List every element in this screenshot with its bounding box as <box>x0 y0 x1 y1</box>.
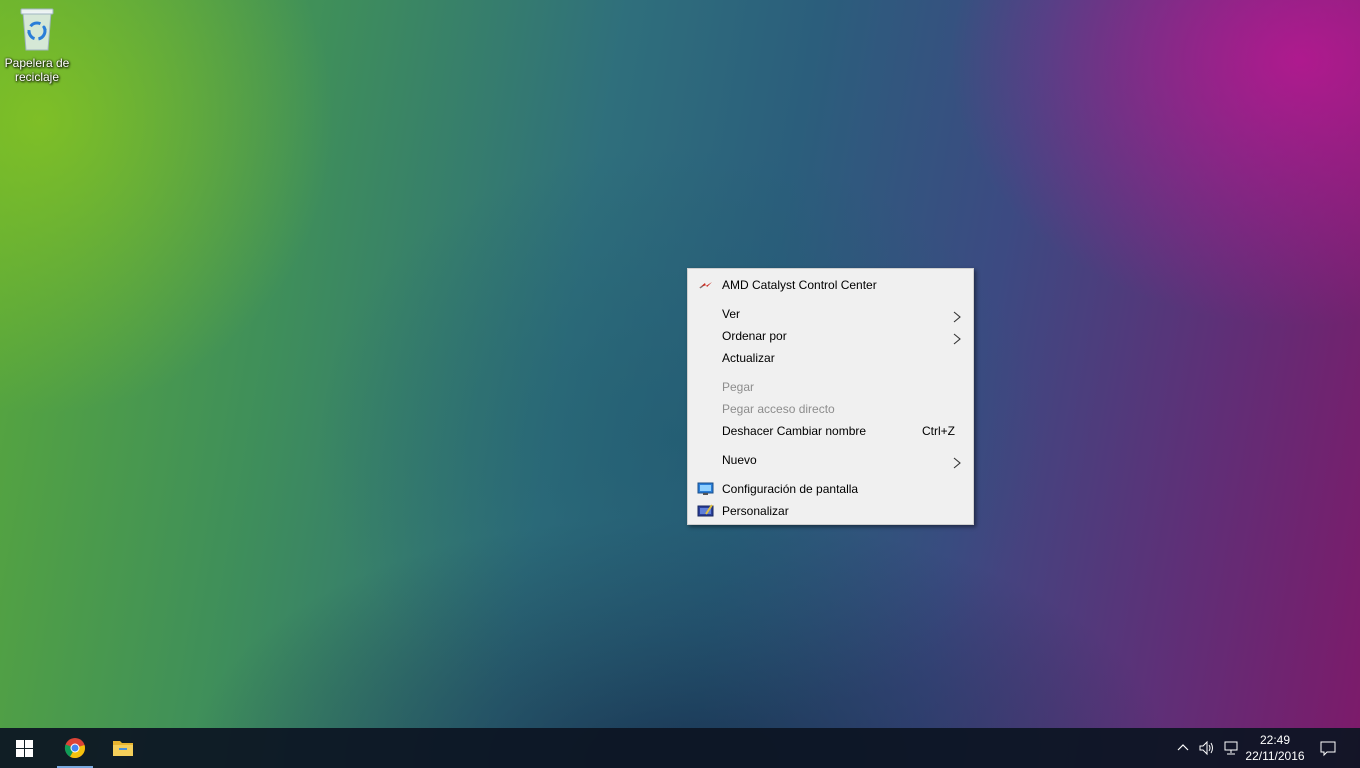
menu-item-pegar-acceso-directo: Pegar acceso directo <box>688 398 973 420</box>
volume-icon[interactable] <box>1198 738 1216 758</box>
taskbar-file-explorer-button[interactable] <box>99 728 147 768</box>
windows-logo-icon <box>16 740 33 762</box>
menu-item-shortcut: Ctrl+Z <box>922 424 955 438</box>
menu-item-ordenar-por[interactable]: Ordenar por <box>688 325 973 347</box>
taskbar: 22:49 22/11/2016 <box>0 728 1360 768</box>
menu-item-pegar: Pegar <box>688 376 973 398</box>
menu-item-ver[interactable]: Ver <box>688 303 973 325</box>
menu-item-label: Ordenar por <box>722 329 787 343</box>
recycle-bin-desktop-icon[interactable]: Papelera de reciclaje <box>3 6 71 84</box>
start-button[interactable] <box>0 728 48 768</box>
menu-item-label: Personalizar <box>722 504 789 518</box>
menu-item-label: Pegar <box>722 380 755 394</box>
chrome-icon <box>64 737 86 764</box>
show-hidden-icons-chevron-up-icon[interactable] <box>1174 738 1192 758</box>
menu-item-label: Nuevo <box>722 453 757 467</box>
menu-item-configuracion-de-pantalla[interactable]: Configuración de pantalla <box>688 478 973 500</box>
menu-item-label: Deshacer Cambiar nombre <box>722 424 867 438</box>
menu-item-label: Ver <box>722 307 741 321</box>
recycle-bin-icon <box>17 6 57 52</box>
menu-item-nuevo[interactable]: Nuevo <box>688 449 973 471</box>
amd-catalyst-icon <box>697 277 714 293</box>
chevron-right-icon <box>951 454 963 469</box>
menu-item-actualizar[interactable]: Actualizar <box>688 347 973 369</box>
menu-item-label: Configuración de pantalla <box>722 482 859 496</box>
taskbar-clock[interactable]: 22:49 22/11/2016 <box>1242 732 1308 764</box>
personalize-icon <box>697 503 714 519</box>
file-explorer-icon <box>112 738 134 763</box>
network-icon[interactable] <box>1222 738 1240 758</box>
menu-item-label: AMD Catalyst Control Center <box>722 278 877 292</box>
recycle-bin-label: Papelera de reciclaje <box>4 56 70 84</box>
action-center-notification-icon[interactable] <box>1319 738 1337 758</box>
menu-item-deshacer-cambiar-nombre[interactable]: Deshacer Cambiar nombre Ctrl+Z <box>688 420 973 442</box>
desktop-context-menu: AMD Catalyst Control Center Ver Ordenar … <box>687 268 974 525</box>
chevron-right-icon <box>951 308 963 323</box>
menu-item-personalizar[interactable]: Personalizar <box>688 500 973 522</box>
menu-item-label: Pegar acceso directo <box>722 402 835 416</box>
chevron-right-icon <box>951 330 963 345</box>
menu-item-label: Actualizar <box>722 351 775 365</box>
display-settings-icon <box>697 481 714 497</box>
clock-time: 22:49 <box>1259 733 1291 747</box>
taskbar-chrome-button[interactable] <box>51 728 99 768</box>
menu-item-amd-catalyst[interactable]: AMD Catalyst Control Center <box>688 274 973 296</box>
clock-date: 22/11/2016 <box>1245 749 1305 763</box>
